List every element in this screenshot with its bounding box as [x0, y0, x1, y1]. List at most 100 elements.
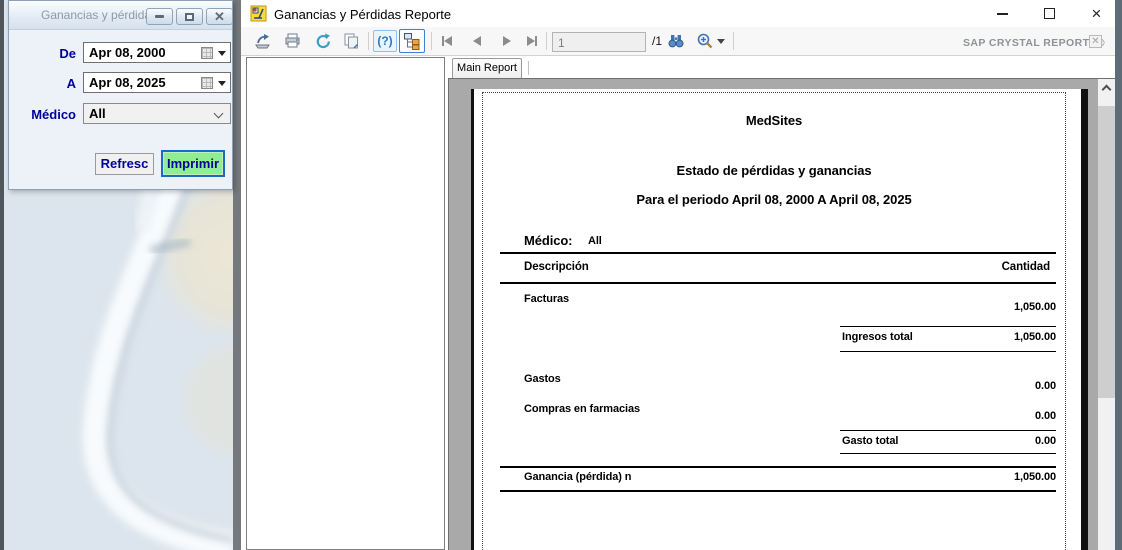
dialog-title: Ganancias y pérdidas — [41, 8, 157, 22]
scrollbar-thumb[interactable] — [1098, 106, 1115, 398]
last-page-icon — [535, 36, 537, 46]
first-page-button[interactable] — [437, 30, 457, 52]
report-tab-bar: Main Report — [448, 57, 1115, 78]
find-icon — [667, 32, 685, 50]
report-medico-label: Médico: — [524, 233, 572, 248]
subtotal-rule — [840, 326, 1056, 327]
subtotal-rule — [840, 351, 1056, 352]
subtotal-value: 1,050.00 — [914, 331, 1056, 343]
page-number-input[interactable]: 1 — [552, 32, 646, 52]
zoom-dropdown-caret-icon[interactable] — [717, 39, 725, 44]
chevron-down-icon — [214, 109, 224, 119]
page-shadow — [1081, 89, 1088, 550]
scroll-up-button[interactable] — [1098, 79, 1115, 96]
column-header-description: Descripción — [524, 261, 589, 273]
row-label: Facturas — [524, 293, 569, 305]
rule — [500, 282, 1056, 284]
report-viewport: MedSites Estado de pérdidas y ganancias … — [448, 78, 1115, 550]
report-page: MedSites Estado de pérdidas y ganancias … — [471, 89, 1081, 550]
maximize-icon — [1044, 8, 1055, 19]
restore-icon — [185, 13, 194, 21]
toolbar-separator — [431, 32, 432, 50]
dialog-titlebar[interactable]: Ganancias y pérdidas ✕ — [9, 1, 232, 30]
crystal-reports-app-icon — [250, 5, 267, 22]
window-title: Ganancias y Pérdidas Reporte — [274, 7, 451, 22]
report-viewer-window: Ganancias y Pérdidas Reporte × — [241, 0, 1115, 550]
dialog-restore-button[interactable] — [176, 8, 203, 25]
group-tree-icon — [403, 32, 421, 50]
toolbar-separator — [733, 32, 734, 50]
subtotal-value: 0.00 — [914, 435, 1056, 447]
page-total-label: /1 — [652, 34, 662, 48]
row-value: 0.00 — [874, 380, 1056, 392]
toolbar-separator — [368, 32, 369, 50]
desktop-right-strip — [1115, 0, 1122, 550]
next-page-button[interactable] — [497, 30, 517, 52]
row-label: Compras en farmacias — [524, 403, 640, 415]
subtotal-label: Gasto total — [842, 435, 898, 447]
dialog-close-button[interactable]: ✕ — [206, 8, 233, 25]
parameter-panel-icon: (?) — [377, 34, 392, 48]
group-tree-panel[interactable] — [246, 57, 445, 550]
date-from-input[interactable]: Apr 08, 2000 — [83, 42, 231, 63]
parameter-panel-toggle-button[interactable]: (?) — [373, 30, 397, 52]
copy-button[interactable] — [340, 30, 362, 52]
row-value: 0.00 — [874, 410, 1056, 422]
group-tree-toggle-button[interactable] — [399, 29, 425, 53]
copy-icon — [342, 32, 360, 50]
medico-select[interactable]: All — [83, 103, 231, 124]
close-icon: × — [1092, 5, 1102, 22]
brand-close-icon[interactable]: ✕ — [1089, 35, 1102, 48]
previous-page-icon — [473, 36, 481, 46]
refresh-report-button[interactable] — [312, 30, 334, 52]
export-button[interactable] — [252, 30, 274, 52]
window-close-button[interactable]: × — [1074, 0, 1119, 27]
window-minimize-button[interactable] — [980, 0, 1025, 27]
subtotal-rule — [840, 453, 1056, 454]
calendar-icon — [201, 47, 213, 59]
date-to-input[interactable]: Apr 08, 2025 — [83, 72, 231, 93]
rule — [500, 490, 1056, 492]
row-label: Gastos — [524, 373, 561, 385]
rule — [500, 252, 1056, 254]
total-value: 1,050.00 — [874, 471, 1056, 483]
medico-label: Médico — [21, 107, 76, 122]
print-icon — [284, 32, 302, 50]
dialog-minimize-button[interactable] — [146, 8, 173, 25]
date-to-label: A — [21, 76, 76, 91]
previous-page-button[interactable] — [467, 30, 487, 52]
profit-loss-filter-dialog: Ganancias y pérdidas ✕ De Apr 08, 2000 A… — [8, 0, 233, 190]
window-titlebar[interactable]: Ganancias y Pérdidas Reporte × — [241, 0, 1115, 27]
date-dropdown-caret-icon[interactable] — [218, 51, 226, 56]
viewer-toolbar: (?) 1 — [241, 27, 1115, 56]
zoom-button[interactable] — [695, 30, 725, 52]
vertical-scrollbar[interactable] — [1098, 79, 1115, 550]
minimize-icon — [155, 15, 164, 18]
report-title: Estado de pérdidas y ganancias — [482, 163, 1066, 178]
calendar-icon — [201, 77, 213, 89]
medico-selected-value: All — [89, 106, 106, 121]
date-dropdown-caret-icon[interactable] — [218, 81, 226, 86]
zoom-icon — [696, 32, 714, 50]
window-maximize-button[interactable] — [1027, 0, 1072, 27]
last-page-button[interactable] — [522, 30, 542, 52]
date-from-value: Apr 08, 2000 — [89, 45, 166, 60]
first-page-icon — [444, 36, 452, 46]
date-to-value: Apr 08, 2025 — [89, 75, 166, 90]
total-label: Ganancia (pérdida) n — [524, 471, 631, 483]
print-button[interactable]: Imprimir — [161, 150, 225, 177]
rule — [500, 466, 1056, 468]
close-icon: ✕ — [214, 10, 225, 23]
refresh-button[interactable]: Refresc — [95, 153, 154, 175]
print-report-button[interactable] — [282, 30, 304, 52]
report-medico-value: All — [588, 235, 602, 247]
toolbar-separator — [546, 32, 547, 50]
chevron-up-icon — [1102, 84, 1112, 94]
sap-crystal-reports-brand: SAP CRYSTAL REPORTS® — [963, 37, 1105, 49]
tab-separator — [528, 61, 529, 75]
find-button[interactable] — [665, 30, 687, 52]
column-header-amount: Cantidad — [874, 261, 1050, 273]
screen: Ganancias y pérdidas ✕ De Apr 08, 2000 A… — [0, 0, 1122, 550]
tab-main-report[interactable]: Main Report — [452, 58, 522, 78]
report-period: Para el periodo April 08, 2000 A April 0… — [482, 192, 1066, 207]
